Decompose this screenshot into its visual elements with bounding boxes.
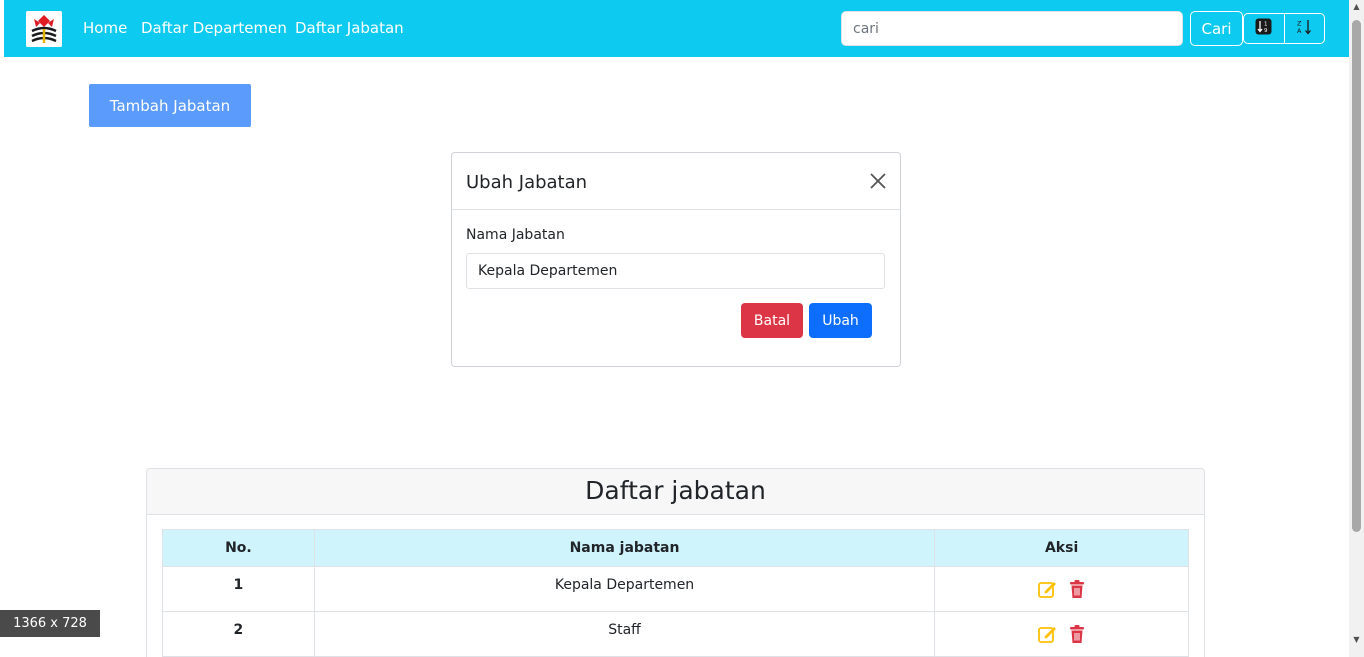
edit-icon[interactable] (1037, 579, 1057, 599)
row-name: Staff (313, 611, 936, 657)
jabatan-table: No. Nama jabatan Aksi 1 Kepala Departeme… (162, 529, 1189, 657)
nav-link-daftar-jabatan[interactable]: Daftar Jabatan (295, 19, 404, 37)
page-scrollbar[interactable]: ▲ ▼ (1349, 0, 1364, 657)
row-actions (934, 611, 1189, 657)
table-row: 1 Kepala Departemen (162, 566, 1189, 612)
table-title: Daftar jabatan (147, 469, 1204, 515)
trash-icon[interactable] (1067, 624, 1087, 644)
table-row: 2 Staff (162, 611, 1189, 657)
close-icon[interactable] (868, 171, 888, 191)
trash-icon[interactable] (1067, 579, 1087, 599)
nav-link-home[interactable]: Home (83, 19, 127, 37)
scroll-up-arrow-icon[interactable]: ▲ (1352, 3, 1361, 11)
add-jabatan-button[interactable]: Tambah Jabatan (89, 84, 251, 127)
navbar: Home Daftar Departemen Daftar Jabatan Ca… (4, 0, 1349, 57)
modal-header: Ubah Jabatan (452, 153, 900, 210)
nama-jabatan-input[interactable] (466, 253, 885, 289)
row-name: Kepala Departemen (313, 566, 936, 612)
nama-jabatan-label: Nama Jabatan (466, 227, 565, 243)
jabatan-table-card: Daftar jabatan No. Nama jabatan Aksi 1 K… (146, 468, 1205, 657)
row-no: 1 (162, 566, 315, 612)
scroll-down-arrow-icon[interactable]: ▼ (1352, 636, 1361, 644)
sort-numeric-button[interactable]: 1 9 (1244, 14, 1284, 43)
logo-icon[interactable] (26, 11, 62, 47)
table-header-row: No. Nama jabatan Aksi (162, 529, 1189, 567)
edit-icon[interactable] (1037, 624, 1057, 644)
sort-button-group: 1 9 Z A (1243, 13, 1325, 44)
viewport-size-badge: 1366 x 728 (0, 610, 100, 637)
header-no: No. (162, 529, 315, 567)
sort-alpha-button[interactable]: Z A (1283, 14, 1324, 43)
scrollbar-thumb[interactable] (1352, 20, 1361, 532)
row-actions (934, 566, 1189, 612)
sort-alpha-icon: Z A (1296, 18, 1313, 39)
edit-jabatan-modal: Ubah Jabatan Nama Jabatan Batal Ubah (451, 152, 901, 367)
modal-title: Ubah Jabatan (466, 172, 588, 193)
search-button[interactable]: Cari (1190, 11, 1243, 46)
nav-link-daftar-departemen[interactable]: Daftar Departemen (141, 19, 287, 37)
cancel-button[interactable]: Batal (741, 303, 803, 338)
svg-text:9: 9 (1264, 28, 1268, 34)
submit-button[interactable]: Ubah (809, 303, 872, 338)
svg-text:1: 1 (1264, 22, 1268, 28)
row-no: 2 (162, 611, 315, 657)
header-nama-jabatan: Nama jabatan (313, 529, 936, 567)
svg-text:A: A (1297, 27, 1302, 35)
sort-numeric-icon: 1 9 (1255, 18, 1272, 39)
header-aksi: Aksi (934, 529, 1189, 567)
search-input[interactable] (841, 11, 1183, 46)
